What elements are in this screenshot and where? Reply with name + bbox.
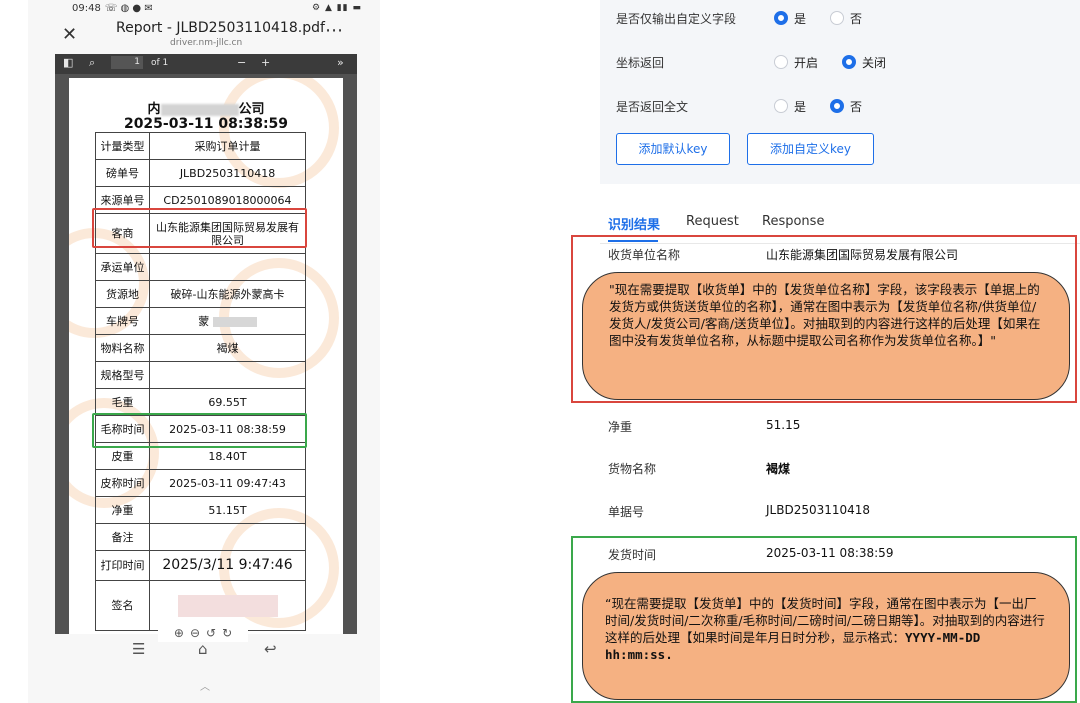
settings-panel: 是否仅输出自定义字段 是 否 坐标返回 开启 关闭 是否返回全文 是 否 添加默… [600, 0, 1080, 184]
tab-response[interactable]: Response [762, 214, 824, 229]
radio-custom-only-yes[interactable]: 是 [774, 10, 806, 27]
result-net-label: 净重 [608, 420, 633, 434]
radio-coord-off[interactable]: 关闭 [842, 54, 886, 71]
result-goods-value: 褐煤 [766, 462, 791, 476]
radio-dot[interactable] [830, 11, 845, 25]
more-menu-icon[interactable]: ⋯ [325, 20, 344, 41]
company-name: 内公司 [147, 102, 265, 117]
table-row: 皮称时间 2025-03-11 09:47:43 [95, 469, 306, 497]
highlight-box-red [92, 208, 307, 248]
document-url: driver.nm-jllc.cn [170, 38, 243, 48]
result-docno-label: 单据号 [608, 505, 645, 519]
radio-dot[interactable] [830, 99, 845, 113]
annotation-bubble-shiptime: “现在需要提取【发货单】中的【发货时间】字段，通常在图中表示为【一出厂时间/发货… [582, 572, 1070, 700]
add-default-key-button[interactable]: 添加默认key [616, 133, 730, 165]
status-time: 09:48 [72, 2, 101, 14]
zoom-in-button[interactable]: + [261, 56, 270, 69]
back-icon[interactable]: ↩ [264, 640, 277, 658]
sidebar-toggle-icon[interactable]: ◧ [63, 56, 73, 69]
table-row: 磅单号 JLBD2503110418 [95, 159, 306, 187]
weigh-ticket-table: 计量类型 采购订单计量 磅单号 JLBD2503110418 来源单号 CD25010… [95, 132, 306, 631]
table-row: 毛重 69.55T [95, 388, 306, 416]
tab-request[interactable]: Request [686, 214, 739, 229]
radio-custom-only-no[interactable]: 否 [830, 10, 862, 27]
table-row: 签名 [95, 580, 306, 631]
table-row: 承运单位 [95, 253, 306, 281]
add-custom-key-button[interactable]: 添加自定义key [747, 133, 874, 165]
android-nav-bar: ☰ ⌂ ↩ [56, 636, 356, 664]
chevron-right-icon[interactable]: » [337, 56, 344, 69]
phone-screenshot: 09:48 ☏ ◍ ● ✉ ⚙ ▲ ▮▮ ▬ ✕ Report - JLBD25… [0, 0, 408, 703]
radio-dot[interactable] [774, 11, 788, 25]
status-bar: 09:48 ☏ ◍ ● ✉ ⚙ ▲ ▮▮ ▬ [72, 0, 362, 16]
viewer-titlebar: ✕ Report - JLBD2503110418.pdf driver.nm-… [56, 16, 356, 52]
chevron-up-icon[interactable]: ︿ [200, 678, 210, 693]
document-title: Report - JLBD2503110418.pdf [116, 20, 325, 36]
result-net-value: 51.15 [766, 418, 801, 432]
redacted-block [160, 103, 239, 116]
highlight-box-green [92, 413, 307, 448]
table-row: 备注 [95, 523, 306, 551]
signal-icon: ⚙ ▲ ▮▮ ▬ [312, 3, 362, 13]
setting-custom-only: 是否仅输出自定义字段 是 否 [616, 10, 863, 27]
table-row: 打印时间 2025/3/11 9:47:46 [95, 550, 306, 581]
redacted-block [212, 316, 257, 327]
signature-image [177, 594, 278, 617]
radio-dot[interactable] [774, 99, 788, 113]
home-icon[interactable]: ⌂ [198, 640, 208, 658]
radio-dot[interactable] [842, 55, 857, 69]
result-docno-value: JLBD2503110418 [766, 503, 871, 517]
table-row: 车牌号蒙 [95, 307, 306, 335]
table-row: 物料名称 褐煤 [95, 334, 306, 362]
radio-full-text-no[interactable]: 否 [830, 98, 862, 115]
annotation-bubble-receiver: "现在需要提取【收货单】中的【发货单位名称】字段，该字段表示【单据上的发货方或供… [582, 272, 1070, 400]
ticket-datetime: 2025-03-11 08:38:59 [123, 116, 289, 132]
search-icon[interactable]: ⌕ [89, 56, 95, 70]
setting-full-text: 是否返回全文 是 否 [616, 98, 863, 115]
radio-coord-on[interactable]: 开启 [774, 54, 818, 71]
close-icon[interactable]: ✕ [62, 24, 77, 45]
table-row: 规格型号 [95, 361, 306, 389]
zoom-out-button[interactable]: − [237, 56, 246, 69]
page-number-input[interactable]: 1 [111, 56, 143, 69]
radio-dot[interactable] [774, 55, 788, 69]
radio-full-text-yes[interactable]: 是 [774, 98, 806, 115]
table-row: 计量类型 采购订单计量 [95, 132, 306, 160]
tab-result[interactable]: 识别结果 [608, 214, 660, 233]
pdf-page: 内公司 2025-03-11 08:38:59 计量类型 采购订单计量 磅单号 JL… [69, 78, 343, 634]
menu-icon[interactable]: ☰ [132, 640, 145, 658]
page-count: of 1 [151, 58, 169, 68]
result-goods-label: 货物名称 [608, 462, 657, 476]
setting-coord-return: 坐标返回 开启 关闭 [616, 54, 887, 71]
table-row: 净重 51.15T [95, 496, 306, 524]
pdf-viewer[interactable]: 内公司 2025-03-11 08:38:59 计量类型 采购订单计量 磅单号 JL… [55, 74, 357, 634]
notification-icons: ☏ ◍ ● ✉ [104, 2, 153, 14]
pdf-toolbar: ◧ ⌕ 1 of 1 − + » [55, 54, 357, 74]
table-row: 货源地 破碎-山东能源外蒙高卡 [95, 280, 306, 308]
